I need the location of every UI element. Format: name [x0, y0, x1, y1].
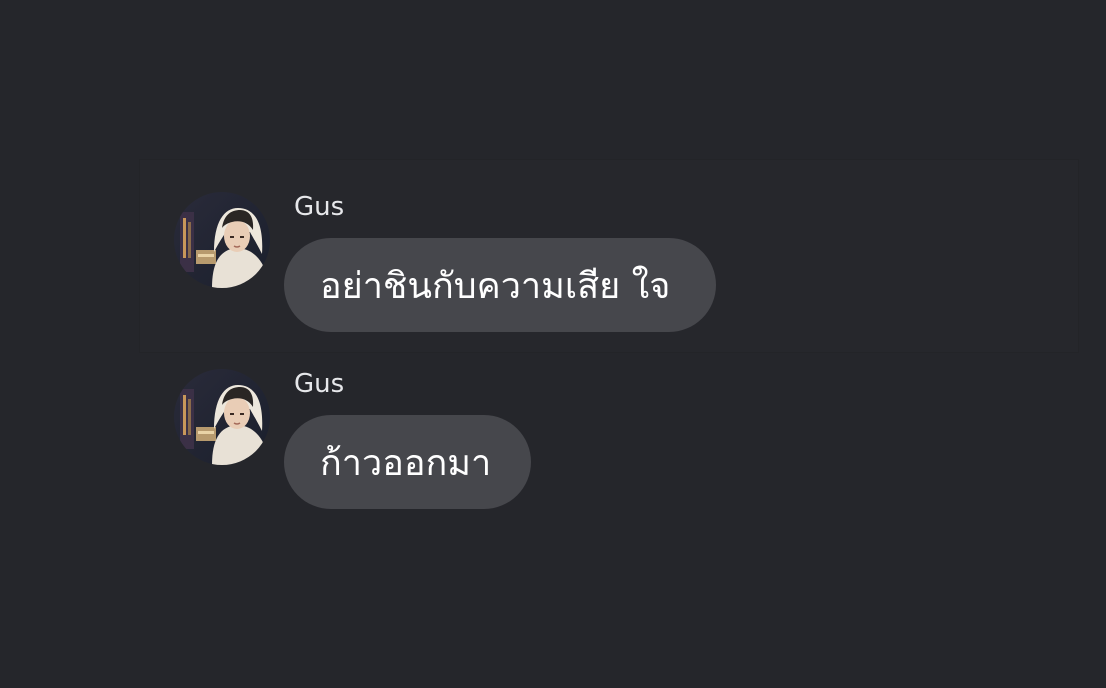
sender-name: Gus — [294, 369, 345, 399]
message-bubble[interactable]: ก้าวออกมา — [284, 415, 531, 509]
message-bubble[interactable]: อย่าชินกับความเสีย ใจ — [284, 238, 716, 332]
message-text: ก้าวออกมา — [320, 442, 492, 484]
avatar-photo — [174, 192, 270, 288]
avatar[interactable] — [174, 369, 270, 465]
sender-name: Gus — [294, 192, 345, 222]
avatar-photo — [174, 369, 270, 465]
message-text: อย่าชินกับความเสีย ใจ — [320, 265, 671, 307]
avatar[interactable] — [174, 192, 270, 288]
